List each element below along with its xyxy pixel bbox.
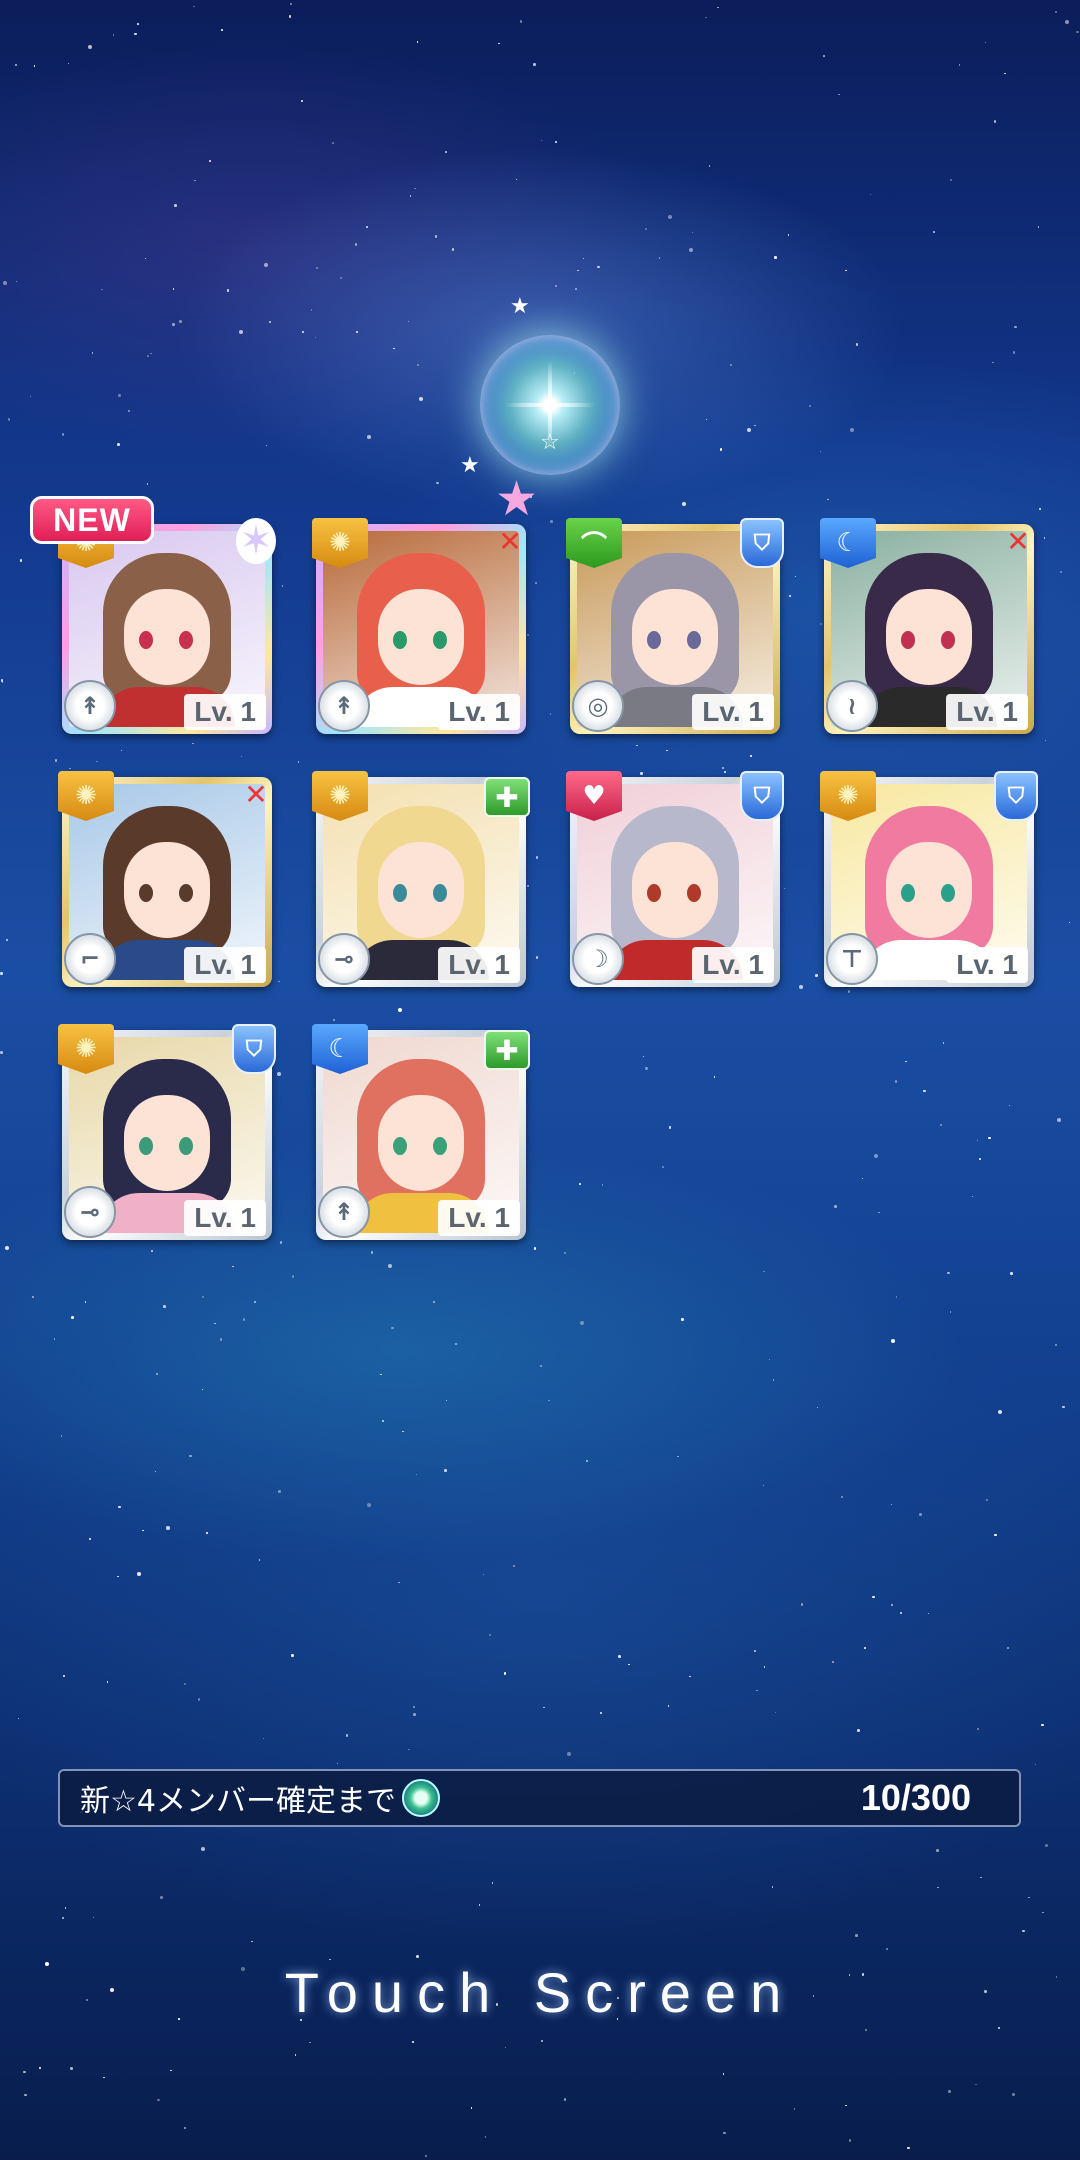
leaf-icon: ⌒ <box>566 518 622 568</box>
level-label: Lv. 1 <box>692 694 774 730</box>
shield-ring-icon: ◎ <box>572 680 624 732</box>
shield-icon: ⛉ <box>232 1024 276 1074</box>
shield-icon: ⛉ <box>994 771 1038 821</box>
shield-icon: ⛉ <box>740 518 784 568</box>
heart-icon: ♥ <box>566 771 622 821</box>
sparkle-star-icon: ★ <box>510 294 530 319</box>
pink-star-icon: ★ <box>495 471 539 527</box>
sun-icon: ✺ <box>58 1024 114 1074</box>
level-label: Lv. 1 <box>692 947 774 983</box>
character-card[interactable]: ✺✶↟Lv. 1 <box>58 518 276 734</box>
moon-icon: ☾ <box>312 1024 368 1074</box>
sword-icon: ✕ <box>498 524 522 558</box>
dagger-icon: ↟ <box>318 1186 370 1238</box>
level-label: Lv. 1 <box>946 947 1028 983</box>
sun-icon: ✺ <box>312 518 368 568</box>
dagger-icon: ↟ <box>318 680 370 732</box>
guarantee-count: 10/300 <box>860 1777 971 1818</box>
gun-icon: ⌐ <box>64 933 116 985</box>
moon-icon: ☾ <box>820 518 876 568</box>
level-label: Lv. 1 <box>438 947 520 983</box>
sun-icon: ✺ <box>58 771 114 821</box>
sword-icon: ✕ <box>1006 524 1030 558</box>
character-card[interactable]: ✺ ⛉ ⊸ Lv. 1 <box>58 1024 276 1240</box>
gem-icon <box>401 1779 440 1817</box>
character-card[interactable]: ✺ ✕ ↟ Lv. 1 <box>312 518 526 734</box>
level-label: Lv. 1 <box>438 1200 520 1236</box>
level-label: Lv. 1 <box>438 694 520 730</box>
level-label: Lv. 1 <box>184 1200 266 1236</box>
shield-icon: ⛉ <box>740 771 784 821</box>
rifle-icon: ⊸ <box>318 933 370 985</box>
character-card[interactable]: ⌒ ⛉ ◎ Lv. 1 <box>566 518 784 734</box>
guarantee-progress-bar: 新☆4メンバー確定まで 10/300 <box>58 1769 1021 1827</box>
hammer-icon: ⊤ <box>826 933 878 985</box>
character-card[interactable]: ☾ ✚ ↟ Lv. 1 <box>312 1024 530 1240</box>
character-card[interactable]: ✺ ✚ ⊸ Lv. 1 <box>312 771 530 987</box>
new-badge: NEW <box>30 496 154 544</box>
guarantee-label: 新☆4メンバー確定まで <box>80 1784 396 1819</box>
sparkle-star-icon: ☆ <box>540 430 560 455</box>
rifle-icon: ⊸ <box>64 1186 116 1238</box>
character-card[interactable]: ✺ ⛉ ⊤ Lv. 1 <box>820 771 1038 987</box>
sun-icon: ✺ <box>312 771 368 821</box>
medkit-icon: ✚ <box>484 777 530 817</box>
touch-screen-prompt[interactable]: Touch Screen <box>0 1960 1080 2025</box>
level-label: Lv. 1 <box>184 694 266 730</box>
sword-icon: ✕ <box>244 777 268 811</box>
character-card[interactable]: ✺ ✕ ⌐ Lv. 1 <box>58 771 272 987</box>
sun-icon: ✺ <box>820 771 876 821</box>
character-card[interactable]: ☾ ✕ ≀ Lv. 1 <box>820 518 1034 734</box>
dagger-icon: ↟ <box>64 680 116 732</box>
medkit-icon: ✚ <box>484 1030 530 1070</box>
level-label: Lv. 1 <box>946 694 1028 730</box>
bow-icon: ☽ <box>572 933 624 985</box>
claw-icon: ≀ <box>826 680 878 732</box>
sparkle-star-icon: ★ <box>460 453 480 478</box>
star-icon: ✶ <box>236 518 276 564</box>
character-card[interactable]: ♥ ⛉ ☽ Lv. 1 <box>566 771 784 987</box>
level-label: Lv. 1 <box>184 947 266 983</box>
